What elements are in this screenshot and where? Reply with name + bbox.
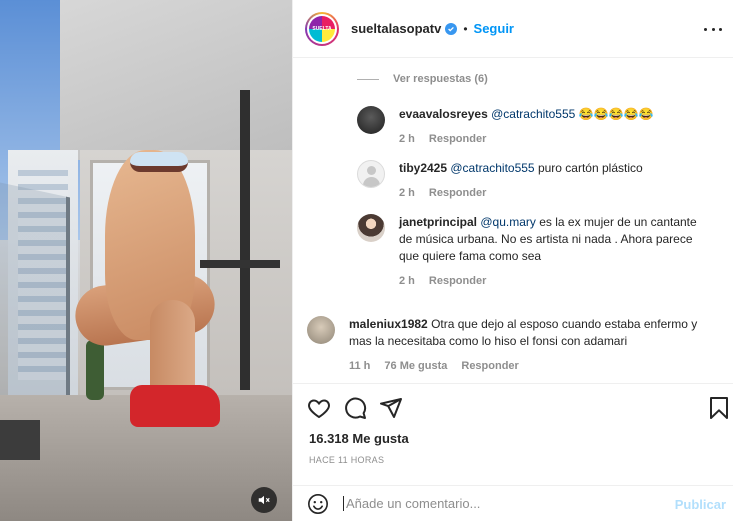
scene-ceiling xyxy=(60,0,292,160)
post-media-video[interactable] xyxy=(0,0,292,521)
emoji-smile-icon[interactable] xyxy=(307,493,329,515)
heart-icon[interactable] xyxy=(307,396,331,420)
account-username[interactable]: sueltalasopatv xyxy=(351,21,441,36)
avatar[interactable] xyxy=(357,214,385,242)
follow-button[interactable]: Seguir xyxy=(474,21,514,36)
comment-username[interactable]: tiby2425 xyxy=(399,161,447,175)
account-avatar[interactable]: SUELTA xyxy=(305,11,339,46)
comment-item: tiby2425 @catrachito555 puro cartón plás… xyxy=(357,160,699,202)
comment-item: maleniux1982 Otra que dejo al esposo cua… xyxy=(307,316,701,375)
publish-button[interactable]: Publicar xyxy=(675,497,726,512)
avatar[interactable] xyxy=(357,160,385,188)
bookmark-icon[interactable] xyxy=(707,396,731,420)
reply-button[interactable]: Responder xyxy=(429,131,486,148)
view-replies-label: Ver respuestas (6) xyxy=(393,73,488,85)
more-dots-icon[interactable] xyxy=(704,20,722,38)
reply-button[interactable]: Responder xyxy=(429,185,486,202)
comments-list[interactable]: Ver respuestas (6) evaavalosreyes @catra… xyxy=(293,59,733,383)
mute-button[interactable] xyxy=(251,487,277,513)
account-logo: SUELTA xyxy=(309,15,335,42)
header-separator: • xyxy=(463,21,468,36)
scene-railing xyxy=(0,182,70,428)
add-comment-bar: Publicar xyxy=(293,485,733,521)
speaker-muted-icon xyxy=(258,495,270,505)
comment-time[interactable]: 2 h xyxy=(399,185,415,202)
comment-username[interactable]: evaavalosreyes xyxy=(399,107,488,121)
reply-button[interactable]: Responder xyxy=(461,358,518,375)
scene-gym-bar xyxy=(200,260,280,268)
comment-mention[interactable]: @catrachito555 xyxy=(450,161,534,175)
comment-text: 😂😂😂😂😂 xyxy=(578,107,654,121)
comment-username[interactable]: janetprincipal xyxy=(399,215,477,229)
comment-item: evaavalosreyes @catrachito555 😂😂😂😂😂 2 h … xyxy=(357,106,699,148)
comment-time[interactable]: 11 h xyxy=(349,358,370,375)
comment-text: puro cartón plástico xyxy=(537,161,643,175)
comment-input[interactable] xyxy=(343,496,653,511)
likes-count[interactable]: 16.318 Me gusta xyxy=(309,431,409,446)
view-replies-button[interactable]: Ver respuestas (6) xyxy=(357,73,488,85)
reply-button[interactable]: Responder xyxy=(429,273,486,290)
comment-time[interactable]: 2 h xyxy=(399,273,415,290)
scene-plant xyxy=(86,340,104,400)
send-icon[interactable] xyxy=(379,396,403,420)
scene-bench xyxy=(0,420,40,460)
post-timestamp[interactable]: HACE 11 HORAS xyxy=(309,455,384,465)
comment-time[interactable]: 2 h xyxy=(399,131,415,148)
scene-person-shoe xyxy=(130,385,220,427)
post-header: SUELTA sueltalasopatv • Seguir xyxy=(293,0,733,58)
replies-divider xyxy=(357,78,379,80)
comment-likes[interactable]: 76 Me gusta xyxy=(384,358,447,375)
avatar[interactable] xyxy=(357,106,385,134)
comment-username[interactable]: maleniux1982 xyxy=(349,317,428,331)
verified-badge-icon xyxy=(445,22,458,35)
post-actions-bar xyxy=(293,383,733,429)
comment-mention[interactable]: @qu.mary xyxy=(480,215,536,229)
comment-item: janetprincipal @qu.mary es la ex mujer d… xyxy=(357,214,699,290)
scene-gym-rack xyxy=(240,90,250,390)
comment-mention[interactable]: @catrachito555 xyxy=(491,107,575,121)
comment-bubble-icon[interactable] xyxy=(343,396,367,420)
scene-person-visor xyxy=(130,152,188,172)
avatar[interactable] xyxy=(307,316,335,344)
post-side-panel: SUELTA sueltalasopatv • Seguir Ver respu… xyxy=(292,0,733,521)
